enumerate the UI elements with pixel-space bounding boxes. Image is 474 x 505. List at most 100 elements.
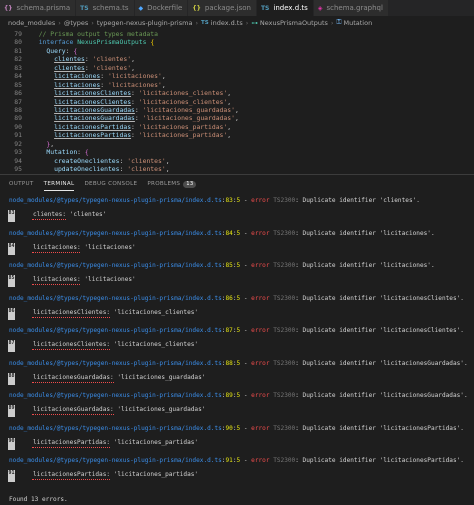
source-line-gutter: 91 xyxy=(8,470,15,482)
code-property: updateOneclientes xyxy=(54,165,120,173)
code-string: 'clientes' xyxy=(127,165,166,173)
error-label: error xyxy=(251,294,270,302)
error-message: Duplicate identifier 'licitacionesClient… xyxy=(302,327,464,334)
tab-schema-graphql[interactable]: ◈ schema.graphql xyxy=(313,0,389,16)
tab-label: index.d.ts xyxy=(273,4,308,12)
error-message: Duplicate identifier 'licitacionesPartid… xyxy=(302,424,464,432)
error-squiggle xyxy=(32,315,110,318)
code-token: : xyxy=(134,105,143,114)
terminal-error-line: node_modules/@types/typegen-nexus-plugin… xyxy=(9,197,420,205)
code-string: 'clientes' xyxy=(92,63,132,72)
code-string: 'licitaciones' xyxy=(107,80,162,89)
code-text: clientes: 'clientes', xyxy=(31,55,135,63)
undefined: - xyxy=(240,359,252,367)
tab-debug-console[interactable]: DEBUG CONSOLE xyxy=(84,176,137,192)
file-type-icon: ◈ xyxy=(317,4,323,12)
code-token: , xyxy=(227,131,232,140)
tab-problems-label: PROBLEMS xyxy=(147,181,181,187)
code-text: }, xyxy=(31,140,54,148)
error-message: Duplicate identifier 'licitacionesPartid… xyxy=(302,457,464,464)
code-text: interface NexusPrismaOutputs { xyxy=(31,38,154,46)
code-text: licitacionesGuardadas: 'licitaciones_gua… xyxy=(31,106,239,114)
tab-package-json[interactable]: {} package.json xyxy=(188,0,257,16)
error-code: TS2300 xyxy=(273,229,296,237)
code-token: : xyxy=(131,131,139,140)
tab-label: Dockerfile xyxy=(147,4,183,12)
source-line-gutter: 85 xyxy=(8,275,15,287)
error-squiggle xyxy=(32,250,81,253)
breadcrumb-file[interactable]: index.d.ts xyxy=(211,19,243,27)
code-property: licitacionesGuardadas xyxy=(54,105,135,114)
code-token: : xyxy=(134,114,143,123)
code-line: 92 }, xyxy=(0,140,474,148)
tab-problems[interactable]: PROBLEMS 13 xyxy=(147,176,197,192)
tab-terminal[interactable]: TERMINAL xyxy=(43,176,75,192)
code-text: licitacionesClientes: 'licitaciones_clie… xyxy=(31,98,231,106)
code-string: 'clientes' xyxy=(92,55,132,64)
error-label: error xyxy=(251,197,270,204)
line-number: 83 xyxy=(14,63,22,72)
code-token: : xyxy=(84,55,93,64)
error-code: TS2300 xyxy=(273,457,296,464)
code-property: createOneclientes xyxy=(54,156,120,165)
code-line: 88 licitacionesGuardadas: 'licitaciones_… xyxy=(0,106,474,114)
error-line-number: 85 xyxy=(225,262,233,269)
file-type-icon: ◆ xyxy=(138,4,144,12)
error-line-number: 87 xyxy=(225,327,233,334)
code-token: , xyxy=(131,55,135,64)
error-message: Duplicate identifier 'licitacionesGuarda… xyxy=(302,359,468,367)
code-editor[interactable]: 79 // Prisma output types metadata 80 int… xyxy=(0,30,474,174)
source-line-gutter: 89 xyxy=(8,405,15,417)
source-line-gutter: 83 xyxy=(8,210,15,222)
error-line-number: 88 xyxy=(225,359,233,367)
tab-label: package.json xyxy=(204,4,251,12)
code-line: 84 licitaciones: 'licitaciones', xyxy=(0,72,474,80)
file-type-icon: {} xyxy=(192,4,201,12)
code-token: , xyxy=(131,63,135,72)
undefined: - xyxy=(240,294,252,302)
code-property: licitacionesPartidas xyxy=(54,131,132,140)
code-line: 94 createOneclientes: 'clientes', xyxy=(0,157,474,165)
chevron-right-icon: › xyxy=(91,18,94,27)
line-number: 90 xyxy=(14,122,22,131)
code-line: 86 licitacionesClientes: 'licitaciones_c… xyxy=(0,89,474,97)
code-token: { xyxy=(150,38,155,47)
tab-schema-ts[interactable]: TS schema.ts xyxy=(76,0,135,16)
tab-output[interactable]: OUTPUT xyxy=(9,176,34,192)
source-line-gutter: 86 xyxy=(8,307,15,320)
error-line-number: 90 xyxy=(225,424,233,432)
breadcrumb-types[interactable]: @types xyxy=(64,19,88,27)
breadcrumb-node-modules[interactable]: node_modules xyxy=(8,19,55,27)
terminal-output[interactable]: Found 13 errors. node_modules/@types/typ… xyxy=(0,194,474,505)
breadcrumb-symbol-outputs[interactable]: NexusPrismaOutputs xyxy=(260,19,328,27)
undefined: - xyxy=(240,197,252,204)
tab-index-d-ts[interactable]: TS index.d.ts xyxy=(256,0,314,16)
error-file-path: node_modules/@types/typegen-nexus-plugin… xyxy=(9,197,222,204)
code-string: 'licitaciones_partidas' xyxy=(138,131,228,140)
source-line-gutter: 84 xyxy=(8,242,15,255)
error-file-path: node_modules/@types/typegen-nexus-plugin… xyxy=(9,457,222,464)
code-token: : xyxy=(100,80,108,89)
error-label: error xyxy=(251,327,270,334)
error-squiggle xyxy=(32,347,110,350)
error-line-number: 86 xyxy=(225,294,233,302)
code-token: : xyxy=(77,148,85,157)
code-token: : xyxy=(131,89,139,98)
tab-schema-prisma[interactable]: {} schema.prisma xyxy=(0,0,77,16)
breadcrumb-package[interactable]: typegen-nexus-plugin-prisma xyxy=(97,19,193,27)
undefined: : xyxy=(295,197,303,204)
terminal-error-line: node_modules/@types/typegen-nexus-plugin… xyxy=(9,360,468,368)
undefined: : xyxy=(295,457,303,464)
undefined: : xyxy=(295,262,303,269)
breadcrumb-symbol-mutation[interactable]: Mutation xyxy=(343,19,372,27)
error-code: TS2300 xyxy=(273,424,296,432)
undefined: - xyxy=(240,424,252,432)
code-property: clientes xyxy=(54,55,85,64)
breadcrumb: node_modules › @types › typegen-nexus-pl… xyxy=(0,16,474,29)
error-line-number: 89 xyxy=(225,392,233,399)
error-message: Duplicate identifier 'licitacionesGuarda… xyxy=(302,392,468,399)
code-token: : xyxy=(131,97,139,106)
code-property: Query xyxy=(46,46,66,55)
tab-Dockerfile[interactable]: ◆ Dockerfile xyxy=(134,0,189,16)
problems-count-badge: 13 xyxy=(183,180,197,188)
